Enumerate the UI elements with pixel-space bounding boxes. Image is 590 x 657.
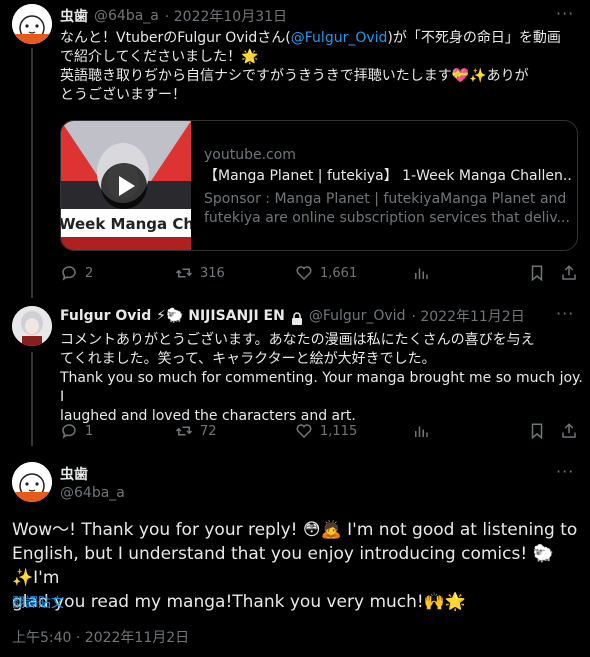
avatar[interactable] — [12, 462, 52, 502]
lock-icon — [291, 310, 303, 325]
like-button[interactable]: 1,661 — [295, 264, 357, 282]
share-button[interactable] — [560, 264, 578, 282]
heart-icon — [296, 424, 312, 439]
reply-icon — [62, 266, 76, 281]
author-handle[interactable]: @64ba_a — [94, 8, 159, 24]
thread-line — [31, 352, 33, 446]
share-button[interactable] — [560, 422, 578, 440]
more-options-icon[interactable]: ··· — [556, 4, 574, 23]
card-title: 【Manga Planet | futekiya】 1-Week Manga C… — [204, 168, 572, 184]
like-count: 1,661 — [320, 265, 358, 281]
retweet-icon — [175, 426, 193, 436]
card-domain: youtube.com — [204, 147, 296, 163]
tweet-text-line: 英語聴き取りぢから自信ナシですがうきうきで拝聴いたします💝✨ありが — [60, 68, 529, 84]
more-options-icon[interactable]: ··· — [556, 304, 574, 323]
reply-count: 2 — [85, 265, 94, 281]
tweet-timestamp[interactable]: 上午5:40 · 2022年11月2日 — [12, 627, 189, 647]
bookmark-icon — [531, 423, 543, 440]
card-description: Sponsor : Manga Planet | futekiyaManga P… — [204, 190, 572, 228]
avatar-cartoon-icon — [12, 462, 52, 502]
analytics-icon — [415, 426, 428, 437]
retweet-button[interactable]: 316 — [175, 264, 225, 282]
avatar[interactable] — [12, 306, 52, 346]
tweet-header: Fulgur Ovid ⚡🐑 NIJISANJI EN @Fulgur_Ovid… — [60, 306, 525, 326]
retweet-count: 72 — [200, 423, 217, 439]
tweet-text-line: てくれました。笑って、キャラクターと絵が大好きでした。 — [60, 351, 436, 367]
bookmark-icon — [531, 265, 543, 282]
tweet-header: 虫歯 @64ba_a · 2022年10月31日 — [60, 6, 287, 26]
reply-button[interactable]: 1 — [60, 422, 93, 440]
card-description-line: Sponsor : Manga Planet | futekiyaManga P… — [204, 191, 567, 207]
tweet-text: Wow〜! Thank you for your reply! 😳🙇 I'm n… — [12, 518, 582, 614]
avatar-cartoon-icon — [12, 4, 52, 44]
bookmark-button[interactable] — [528, 264, 546, 282]
mention-link[interactable]: @Fulgur_Ovid — [291, 30, 388, 46]
reply-button[interactable]: 2 — [60, 264, 93, 282]
share-icon — [562, 265, 576, 280]
translate-post-link[interactable]: 翻譯貼文 — [12, 592, 64, 611]
more-options-icon[interactable]: ··· — [556, 462, 574, 481]
tweet-text: コメントありがとうございます。あなたの漫画は私にたくさんの喜びを与え てくれまし… — [60, 331, 585, 426]
bookmark-button[interactable] — [528, 422, 546, 440]
card-description-line: futekiya are online subscription service… — [204, 210, 570, 226]
tweet-text-line: で紹介してくださいました！🌟 — [60, 49, 259, 65]
retweet-count: 316 — [200, 265, 225, 281]
tweet-text: なんと！VtuberのFulgur Ovidさん(@Fulgur_Ovid)が「… — [60, 29, 580, 105]
tweet-date[interactable]: · 2022年10月31日 — [165, 6, 287, 26]
tweet-text-line: コメントありがとうございます。あなたの漫画は私にたくさんの喜びを与え — [60, 332, 535, 348]
link-card[interactable]: Week Manga Challe youtube.com 【Manga Pla… — [60, 120, 578, 251]
card-body: youtube.com 【Manga Planet | futekiya】 1-… — [204, 147, 572, 228]
author-name[interactable]: 虫歯 — [60, 464, 88, 484]
analytics-button[interactable] — [412, 264, 430, 282]
video-thumbnail[interactable]: Week Manga Challe — [61, 121, 191, 250]
like-count: 1,115 — [320, 423, 358, 439]
tweet-text-line: English, but I understand that you enjoy… — [12, 544, 554, 588]
tweet-text-line: Thank you so much for commenting. Your m… — [60, 370, 583, 405]
thumbnail-text: Week Manga Challe — [61, 215, 191, 233]
heart-icon — [296, 266, 312, 281]
retweet-icon — [175, 268, 193, 278]
play-button-icon[interactable] — [101, 163, 147, 209]
analytics-icon — [415, 268, 428, 279]
reply-icon — [62, 424, 76, 439]
author-name[interactable]: 虫歯 — [60, 6, 88, 26]
tweet-date[interactable]: · 2022年11月2日 — [411, 306, 524, 326]
retweet-button[interactable]: 72 — [175, 422, 217, 440]
reply-count: 1 — [85, 423, 94, 439]
author-handle[interactable]: @Fulgur_Ovid — [309, 308, 406, 324]
tweet-text-line: glad you read my manga!Thank you very mu… — [12, 592, 467, 612]
share-icon — [562, 423, 576, 438]
author-name[interactable]: Fulgur Ovid ⚡🐑 NIJISANJI EN — [60, 308, 285, 324]
avatar[interactable] — [12, 4, 52, 44]
tweet-text-line: Wow〜! Thank you for your reply! 😳🙇 I'm n… — [12, 520, 578, 540]
analytics-button[interactable] — [412, 422, 430, 440]
tweet-text-line: とうございますー！ — [60, 87, 186, 103]
author-handle[interactable]: @64ba_a — [60, 485, 125, 501]
like-button[interactable]: 1,115 — [295, 422, 357, 440]
tweet-text-part: なんと！VtuberのFulgur Ovidさん( — [60, 30, 291, 46]
tweet-text-part: )が「不死身の命日」を動画 — [387, 30, 561, 46]
thread-line — [31, 48, 33, 298]
avatar-portrait-icon — [12, 306, 52, 346]
